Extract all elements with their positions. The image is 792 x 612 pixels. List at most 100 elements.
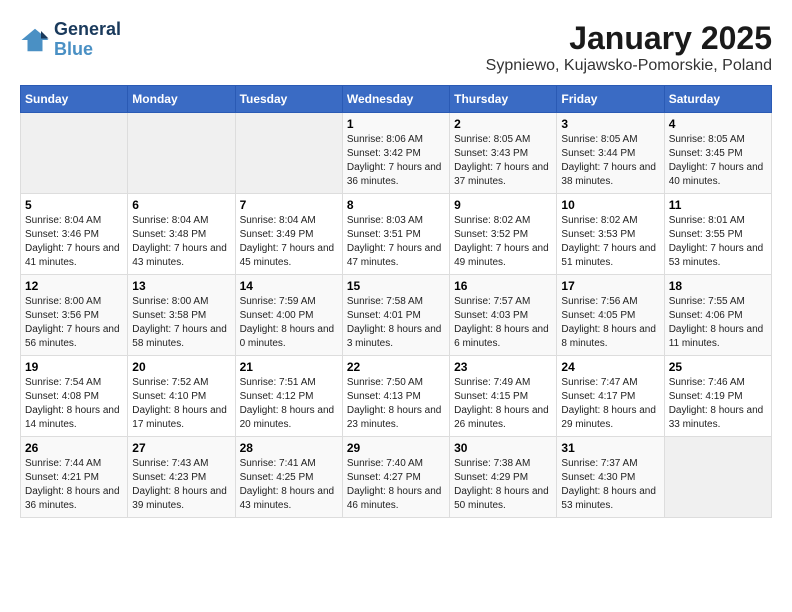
day-number: 9 [454, 198, 552, 212]
calendar-cell: 31 Sunrise: 7:37 AM Sunset: 4:30 PM Dayli… [557, 437, 664, 518]
day-info: Sunrise: 8:04 AM Sunset: 3:49 PM Dayligh… [240, 214, 338, 270]
day-info: Sunrise: 7:51 AM Sunset: 4:12 PM Dayligh… [240, 376, 338, 432]
day-info: Sunrise: 7:54 AM Sunset: 4:08 PM Dayligh… [25, 376, 123, 432]
calendar-cell: 12 Sunrise: 8:00 AM Sunset: 3:56 PM Dayli… [21, 275, 128, 356]
day-number: 6 [132, 198, 230, 212]
calendar-cell: 18 Sunrise: 7:55 AM Sunset: 4:06 PM Dayli… [664, 275, 771, 356]
day-number: 10 [561, 198, 659, 212]
calendar-cell: 24 Sunrise: 7:47 AM Sunset: 4:17 PM Dayli… [557, 356, 664, 437]
subtitle: Sypniewo, Kujawsko-Pomorskie, Poland [486, 57, 772, 75]
day-info: Sunrise: 7:59 AM Sunset: 4:00 PM Dayligh… [240, 295, 338, 351]
day-info: Sunrise: 7:43 AM Sunset: 4:23 PM Dayligh… [132, 457, 230, 513]
day-info: Sunrise: 8:04 AM Sunset: 3:48 PM Dayligh… [132, 214, 230, 270]
day-info: Sunrise: 8:01 AM Sunset: 3:55 PM Dayligh… [669, 214, 767, 270]
week-row-4: 19 Sunrise: 7:54 AM Sunset: 4:08 PM Dayli… [21, 356, 772, 437]
calendar-cell: 26Sunrise: 7:44 AM Sunset: 4:21 PM Dayli… [21, 437, 128, 518]
calendar-cell: 28Sunrise: 7:41 AM Sunset: 4:25 PM Dayli… [235, 437, 342, 518]
day-info: Sunrise: 7:38 AM Sunset: 4:29 PM Dayligh… [454, 457, 552, 513]
day-info: Sunrise: 7:56 AM Sunset: 4:05 PM Dayligh… [561, 295, 659, 351]
day-number: 20 [132, 360, 230, 374]
calendar-cell: 9 Sunrise: 8:02 AM Sunset: 3:52 PM Daylig… [450, 194, 557, 275]
calendar-cell: 25 Sunrise: 7:46 AM Sunset: 4:19 PM Dayli… [664, 356, 771, 437]
calendar-cell: 5Sunrise: 8:04 AM Sunset: 3:46 PM Daylig… [21, 194, 128, 275]
calendar-cell: 16Sunrise: 7:57 AM Sunset: 4:03 PM Dayli… [450, 275, 557, 356]
title-block: January 2025 Sypniewo, Kujawsko-Pomorski… [486, 20, 772, 75]
calendar-body: 1 Sunrise: 8:06 AM Sunset: 3:42 PM Daylig… [21, 113, 772, 518]
day-number: 25 [669, 360, 767, 374]
calendar-cell: 1 Sunrise: 8:06 AM Sunset: 3:42 PM Daylig… [342, 113, 449, 194]
day-number: 3 [561, 117, 659, 131]
day-number: 29 [347, 441, 445, 455]
calendar-cell [235, 113, 342, 194]
calendar-cell [21, 113, 128, 194]
calendar-cell [128, 113, 235, 194]
day-info: Sunrise: 8:00 AM Sunset: 3:58 PM Dayligh… [132, 295, 230, 351]
day-info: Sunrise: 8:03 AM Sunset: 3:51 PM Dayligh… [347, 214, 445, 270]
calendar-cell: 4 Sunrise: 8:05 AM Sunset: 3:45 PM Daylig… [664, 113, 771, 194]
calendar-cell: 27 Sunrise: 7:43 AM Sunset: 4:23 PM Dayli… [128, 437, 235, 518]
calendar-cell: 6 Sunrise: 8:04 AM Sunset: 3:48 PM Daylig… [128, 194, 235, 275]
calendar-cell: 19 Sunrise: 7:54 AM Sunset: 4:08 PM Dayli… [21, 356, 128, 437]
weekday-wednesday: Wednesday [342, 86, 449, 113]
day-info: Sunrise: 7:46 AM Sunset: 4:19 PM Dayligh… [669, 376, 767, 432]
day-info: Sunrise: 7:41 AM Sunset: 4:25 PM Dayligh… [240, 457, 338, 513]
day-number: 21 [240, 360, 338, 374]
day-number: 12 [25, 279, 123, 293]
day-info: Sunrise: 7:55 AM Sunset: 4:06 PM Dayligh… [669, 295, 767, 351]
calendar-cell: 23 Sunrise: 7:49 AM Sunset: 4:15 PM Dayli… [450, 356, 557, 437]
day-number: 2 [454, 117, 552, 131]
day-info: Sunrise: 8:02 AM Sunset: 3:53 PM Dayligh… [561, 214, 659, 270]
week-row-1: 1 Sunrise: 8:06 AM Sunset: 3:42 PM Daylig… [21, 113, 772, 194]
week-row-5: 26Sunrise: 7:44 AM Sunset: 4:21 PM Dayli… [21, 437, 772, 518]
calendar-cell: 17 Sunrise: 7:56 AM Sunset: 4:05 PM Dayli… [557, 275, 664, 356]
day-info: Sunrise: 7:52 AM Sunset: 4:10 PM Dayligh… [132, 376, 230, 432]
day-number: 19 [25, 360, 123, 374]
calendar-cell: 2Sunrise: 8:05 AM Sunset: 3:43 PM Daylig… [450, 113, 557, 194]
day-info: Sunrise: 7:37 AM Sunset: 4:30 PM Dayligh… [561, 457, 659, 513]
calendar-cell: 22 Sunrise: 7:50 AM Sunset: 4:13 PM Dayli… [342, 356, 449, 437]
day-number: 5 [25, 198, 123, 212]
day-number: 1 [347, 117, 445, 131]
weekday-tuesday: Tuesday [235, 86, 342, 113]
day-number: 7 [240, 198, 338, 212]
calendar-cell: 14Sunrise: 7:59 AM Sunset: 4:00 PM Dayli… [235, 275, 342, 356]
week-row-2: 5Sunrise: 8:04 AM Sunset: 3:46 PM Daylig… [21, 194, 772, 275]
weekday-sunday: Sunday [21, 86, 128, 113]
calendar-cell: 30Sunrise: 7:38 AM Sunset: 4:29 PM Dayli… [450, 437, 557, 518]
weekday-friday: Friday [557, 86, 664, 113]
day-number: 31 [561, 441, 659, 455]
calendar-cell: 20 Sunrise: 7:52 AM Sunset: 4:10 PM Dayli… [128, 356, 235, 437]
day-info: Sunrise: 7:47 AM Sunset: 4:17 PM Dayligh… [561, 376, 659, 432]
weekday-saturday: Saturday [664, 86, 771, 113]
day-number: 11 [669, 198, 767, 212]
day-number: 18 [669, 279, 767, 293]
calendar-cell: 3 Sunrise: 8:05 AM Sunset: 3:44 PM Daylig… [557, 113, 664, 194]
day-number: 17 [561, 279, 659, 293]
main-title: January 2025 [486, 20, 772, 57]
day-info: Sunrise: 7:50 AM Sunset: 4:13 PM Dayligh… [347, 376, 445, 432]
calendar-cell: 13 Sunrise: 8:00 AM Sunset: 3:58 PM Dayli… [128, 275, 235, 356]
calendar-cell: 7 Sunrise: 8:04 AM Sunset: 3:49 PM Daylig… [235, 194, 342, 275]
calendar-cell: 11 Sunrise: 8:01 AM Sunset: 3:55 PM Dayli… [664, 194, 771, 275]
day-number: 24 [561, 360, 659, 374]
calendar-cell: 21 Sunrise: 7:51 AM Sunset: 4:12 PM Dayli… [235, 356, 342, 437]
day-info: Sunrise: 8:05 AM Sunset: 3:45 PM Dayligh… [669, 133, 767, 189]
day-number: 23 [454, 360, 552, 374]
day-info: Sunrise: 7:44 AM Sunset: 4:21 PM Dayligh… [25, 457, 123, 513]
day-info: Sunrise: 7:49 AM Sunset: 4:15 PM Dayligh… [454, 376, 552, 432]
day-number: 22 [347, 360, 445, 374]
day-number: 8 [347, 198, 445, 212]
day-info: Sunrise: 8:00 AM Sunset: 3:56 PM Dayligh… [25, 295, 123, 351]
logo-icon [20, 25, 50, 55]
day-number: 4 [669, 117, 767, 131]
day-info: Sunrise: 8:06 AM Sunset: 3:42 PM Dayligh… [347, 133, 445, 189]
day-number: 13 [132, 279, 230, 293]
day-info: Sunrise: 8:05 AM Sunset: 3:44 PM Dayligh… [561, 133, 659, 189]
weekday-monday: Monday [128, 86, 235, 113]
day-number: 16 [454, 279, 552, 293]
week-row-3: 12 Sunrise: 8:00 AM Sunset: 3:56 PM Dayli… [21, 275, 772, 356]
day-info: Sunrise: 8:02 AM Sunset: 3:52 PM Dayligh… [454, 214, 552, 270]
weekday-header-row: SundayMondayTuesdayWednesdayThursdayFrid… [21, 86, 772, 113]
day-number: 27 [132, 441, 230, 455]
logo-line2: Blue [54, 40, 121, 60]
